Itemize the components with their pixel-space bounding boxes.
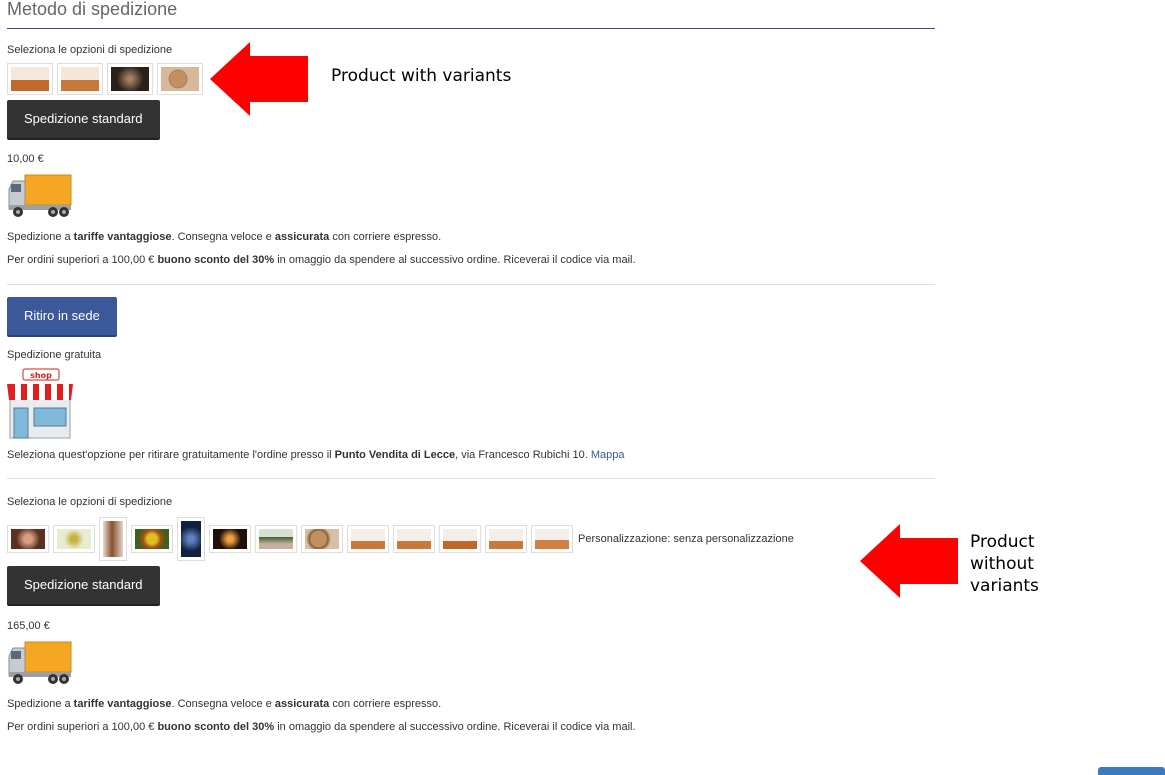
product-thumbnail[interactable] — [393, 525, 435, 553]
product-thumbnail[interactable] — [209, 525, 251, 553]
shipping-method-section: Metodo di spedizione Seleziona le opzion… — [7, 0, 935, 733]
product-thumbnail[interactable] — [57, 63, 103, 95]
store-pickup-button[interactable]: Ritiro in sede — [7, 297, 117, 335]
shipping-description: Spedizione a tariffe vantaggiose. Conseg… — [7, 231, 442, 243]
product-thumbnail[interactable] — [7, 525, 49, 553]
product-thumbnail[interactable] — [53, 525, 95, 553]
product-thumbnail[interactable] — [531, 525, 573, 553]
floating-action-button[interactable] — [1098, 767, 1165, 775]
personalization-label: Personalizzazione: senza personalizzazio… — [578, 533, 794, 545]
pickup-description: Seleziona quest'opzione per ritirare gra… — [7, 449, 625, 461]
map-link[interactable]: Mappa — [591, 449, 625, 461]
truck-icon — [7, 640, 935, 688]
shipping-promo: Per ordini superiori a 100,00 € buono sc… — [7, 721, 636, 733]
annotation-with-variants: Product with variants — [331, 66, 512, 86]
shipping-option-pickup: Ritiro in sede Spedizione gratuita shop … — [7, 297, 935, 461]
shipping-price: 10,00 € — [7, 153, 44, 165]
product-thumbnail[interactable] — [255, 525, 297, 553]
shipping-option-standard-2: Seleziona le opzioni di spedizione Perso… — [7, 496, 935, 733]
shipping-price: 165,00 € — [7, 620, 50, 632]
product-thumbnail[interactable] — [439, 525, 481, 553]
standard-shipping-button[interactable]: Spedizione standard — [7, 100, 160, 138]
product-thumbnails-2: Personalizzazione: senza personalizzazio… — [7, 516, 935, 562]
product-thumbnail[interactable] — [107, 63, 153, 95]
options-label: Seleziona le opzioni di spedizione — [7, 44, 173, 56]
product-thumbnail[interactable] — [99, 517, 127, 561]
shipping-promo: Per ordini superiori a 100,00 € buono sc… — [7, 254, 636, 266]
pickup-subtitle: Spedizione gratuita — [7, 349, 102, 361]
divider — [7, 478, 935, 479]
truck-icon — [7, 173, 935, 221]
section-title: Metodo di spedizione — [7, 0, 935, 29]
shop-icon: shop — [7, 368, 935, 440]
divider — [7, 284, 935, 285]
options-label: Seleziona le opzioni di spedizione — [7, 496, 173, 508]
product-thumbnail[interactable] — [177, 517, 205, 561]
product-thumbnail[interactable] — [7, 63, 53, 95]
shop-sign-text: shop — [30, 371, 52, 380]
product-thumbnail[interactable] — [485, 525, 527, 553]
product-thumbnail[interactable] — [157, 63, 203, 95]
annotation-without-variants: Product without variants — [970, 532, 1039, 596]
shipping-description: Spedizione a tariffe vantaggiose. Conseg… — [7, 698, 442, 710]
red-arrow-icon — [210, 42, 308, 116]
red-arrow-icon — [860, 524, 958, 598]
product-thumbnail[interactable] — [131, 525, 173, 553]
product-thumbnail[interactable] — [347, 525, 389, 553]
standard-shipping-button[interactable]: Spedizione standard — [7, 566, 160, 604]
product-thumbnail[interactable] — [301, 525, 343, 553]
